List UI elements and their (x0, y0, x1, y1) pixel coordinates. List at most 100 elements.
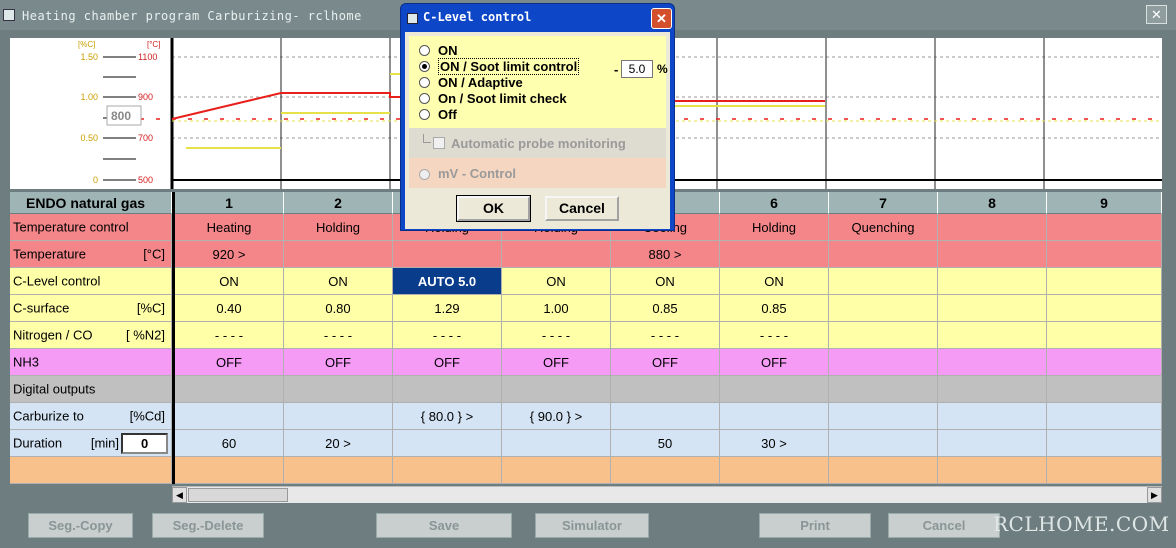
table-cell[interactable]: ON (175, 268, 284, 295)
table-cell[interactable] (720, 241, 829, 268)
table-cell[interactable] (502, 457, 611, 484)
table-cell[interactable] (175, 403, 284, 430)
table-cell[interactable] (1047, 214, 1162, 241)
table-cell[interactable]: 30 > (720, 430, 829, 457)
table-cell[interactable] (829, 241, 938, 268)
table-cell[interactable]: ON (284, 268, 393, 295)
table-cell[interactable] (938, 430, 1047, 457)
table-cell[interactable]: OFF (720, 349, 829, 376)
table-cell[interactable]: 1.29 (393, 295, 502, 322)
table-cell[interactable] (938, 322, 1047, 349)
table-cell[interactable] (611, 376, 720, 403)
table-cell[interactable] (938, 214, 1047, 241)
save-button[interactable]: Save (376, 513, 512, 538)
probe-monitoring-checkbox[interactable] (433, 137, 445, 149)
table-cell[interactable] (829, 322, 938, 349)
table-cell[interactable] (502, 430, 611, 457)
table-cell[interactable] (611, 403, 720, 430)
segment-header[interactable]: 7 (829, 192, 938, 214)
table-cell[interactable] (938, 403, 1047, 430)
table-cell[interactable] (829, 349, 938, 376)
segment-header[interactable]: 1 (175, 192, 284, 214)
table-cell[interactable] (175, 376, 284, 403)
table-cell[interactable]: 920 > (175, 241, 284, 268)
table-cell[interactable]: { 80.0 } > (393, 403, 502, 430)
table-cell[interactable] (1047, 295, 1162, 322)
segment-header[interactable]: 8 (938, 192, 1047, 214)
table-cell[interactable]: 60 (175, 430, 284, 457)
table-cell[interactable]: ON (611, 268, 720, 295)
table-cell[interactable]: OFF (175, 349, 284, 376)
table-cell[interactable] (720, 403, 829, 430)
table-cell[interactable]: Quenching (829, 214, 938, 241)
table-cell[interactable]: Heating (175, 214, 284, 241)
table-cell[interactable] (393, 457, 502, 484)
table-cell[interactable] (502, 376, 611, 403)
table-cell[interactable] (829, 403, 938, 430)
dialog-close-button[interactable]: ✕ (651, 8, 672, 29)
table-cell[interactable] (393, 241, 502, 268)
table-cell[interactable]: - - - - (502, 322, 611, 349)
table-cell[interactable] (284, 457, 393, 484)
table-cell[interactable]: OFF (284, 349, 393, 376)
table-cell[interactable] (393, 430, 502, 457)
seg-delete-button[interactable]: Seg.-Delete (152, 513, 264, 538)
table-cell[interactable]: 20 > (284, 430, 393, 457)
table-cell[interactable] (720, 457, 829, 484)
table-cell[interactable]: 0.85 (720, 295, 829, 322)
table-cell[interactable] (1047, 376, 1162, 403)
table-cell[interactable]: AUTO 5.0 (393, 268, 502, 295)
radio-icon[interactable] (419, 44, 430, 56)
table-cell[interactable]: 0.80 (284, 295, 393, 322)
table-cell[interactable] (284, 241, 393, 268)
table-cell[interactable] (175, 457, 284, 484)
soot-limit-input[interactable]: 5.0 (621, 60, 653, 78)
table-cell[interactable]: 0.85 (611, 295, 720, 322)
table-cell[interactable] (829, 457, 938, 484)
table-cell[interactable]: - - - - (720, 322, 829, 349)
scroll-thumb[interactable] (188, 488, 288, 502)
table-cell[interactable]: - - - - (175, 322, 284, 349)
option-off[interactable]: Off (419, 106, 457, 122)
table-cell[interactable]: 0.40 (175, 295, 284, 322)
table-cell[interactable] (1047, 268, 1162, 295)
table-cell[interactable] (1047, 403, 1162, 430)
print-button[interactable]: Print (759, 513, 871, 538)
table-cell[interactable]: 1.00 (502, 295, 611, 322)
table-cell[interactable] (611, 457, 720, 484)
table-cell[interactable]: { 90.0 } > (502, 403, 611, 430)
table-cell[interactable] (1047, 457, 1162, 484)
table-cell[interactable] (1047, 349, 1162, 376)
table-cell[interactable] (393, 376, 502, 403)
table-cell[interactable] (829, 268, 938, 295)
radio-selected-icon[interactable] (419, 60, 430, 72)
table-cell[interactable]: 880 > (611, 241, 720, 268)
ok-button[interactable]: OK (456, 195, 531, 222)
table-cell[interactable]: - - - - (393, 322, 502, 349)
table-cell[interactable] (1047, 322, 1162, 349)
table-cell[interactable]: - - - - (611, 322, 720, 349)
seg-copy-button[interactable]: Seg.-Copy (28, 513, 133, 538)
table-cell[interactable] (938, 349, 1047, 376)
table-cell[interactable] (502, 241, 611, 268)
table-cell[interactable] (1047, 430, 1162, 457)
table-cell[interactable] (938, 268, 1047, 295)
table-cell[interactable]: 50 (611, 430, 720, 457)
table-cell[interactable] (829, 430, 938, 457)
table-cell[interactable] (829, 295, 938, 322)
horizontal-scrollbar[interactable]: ◀ ▶ (172, 486, 1162, 503)
radio-icon[interactable] (419, 92, 430, 104)
table-cell[interactable] (938, 457, 1047, 484)
table-cell[interactable] (284, 403, 393, 430)
scroll-right-arrow-icon[interactable]: ▶ (1147, 487, 1162, 503)
option-on[interactable]: ON (419, 42, 458, 58)
cancel-button[interactable]: Cancel (888, 513, 1000, 538)
window-close-button[interactable]: ✕ (1146, 5, 1167, 24)
dialog-cancel-button[interactable]: Cancel (545, 196, 619, 221)
option-adaptive[interactable]: ON / Adaptive (419, 74, 523, 90)
duration-input[interactable]: 0 (121, 433, 168, 454)
table-cell[interactable]: OFF (502, 349, 611, 376)
scroll-left-arrow-icon[interactable]: ◀ (172, 487, 187, 503)
radio-icon[interactable] (419, 108, 430, 120)
segment-header[interactable]: 6 (720, 192, 829, 214)
